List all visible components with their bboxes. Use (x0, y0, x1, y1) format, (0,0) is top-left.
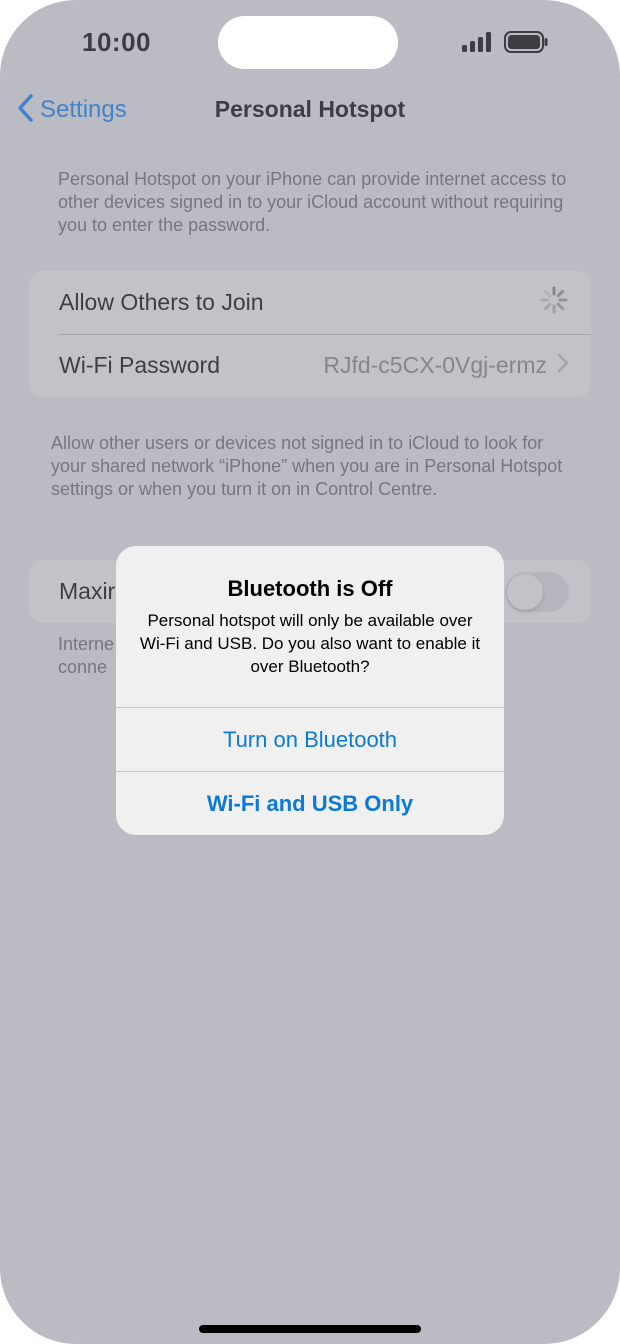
home-indicator[interactable] (199, 1325, 421, 1333)
wifi-usb-only-button[interactable]: Wi-Fi and USB Only (116, 771, 504, 835)
turn-on-bluetooth-button[interactable]: Turn on Bluetooth (116, 707, 504, 771)
alert-title: Bluetooth is Off (227, 576, 393, 601)
phone-screen: 10:00 Settings Personal Hotspot Personal… (0, 0, 620, 1344)
dynamic-island (218, 16, 398, 69)
bluetooth-alert-dialog: Bluetooth is Off Personal hotspot will o… (116, 546, 504, 835)
alert-message: Personal hotspot will only be available … (139, 611, 481, 676)
